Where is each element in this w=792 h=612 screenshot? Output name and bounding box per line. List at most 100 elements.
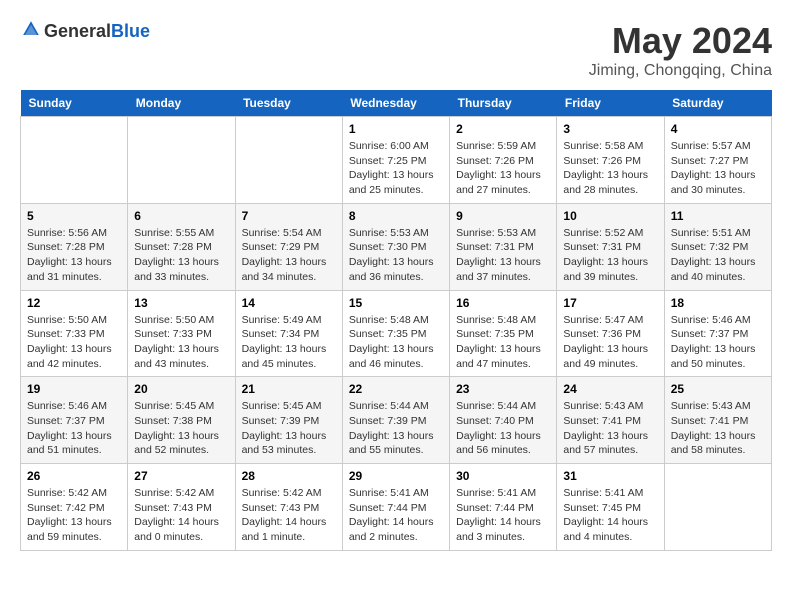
day-number: 3 [563,122,657,136]
calendar-cell: 30Sunrise: 5:41 AMSunset: 7:44 PMDayligh… [450,464,557,551]
weekday-header-wednesday: Wednesday [342,90,449,117]
calendar-cell: 10Sunrise: 5:52 AMSunset: 7:31 PMDayligh… [557,203,664,290]
calendar-cell: 23Sunrise: 5:44 AMSunset: 7:40 PMDayligh… [450,377,557,464]
day-info: Sunrise: 5:50 AMSunset: 7:33 PMDaylight:… [134,313,228,372]
calendar-cell: 21 Sunrise: 5:45 AMSunset: 7:39 PMDayligh… [235,377,342,464]
day-info: Sunrise: 5:56 AMSunset: 7:28 PMDaylight:… [27,226,121,285]
day-number: 18 [671,296,765,310]
day-number: 13 [134,296,228,310]
day-info: Sunrise: 5:42 AMSunset: 7:43 PMDaylight:… [242,486,336,545]
day-info: Sunrise: 5:53 AMSunset: 7:30 PMDaylight:… [349,226,443,285]
calendar-cell: 11Sunrise: 5:51 AMSunset: 7:32 PMDayligh… [664,203,771,290]
day-number: 21 [242,382,336,396]
day-info: Sunrise: 5:48 AMSunset: 7:35 PMDaylight:… [349,313,443,372]
logo-general-text: General [44,21,111,41]
calendar-cell: 31 Sunrise: 5:41 AMSunset: 7:45 PMDayligh… [557,464,664,551]
day-number: 14 [242,296,336,310]
weekday-header-saturday: Saturday [664,90,771,117]
page-header: GeneralBlue May 2024 Jiming, Chongqing, … [20,20,772,80]
weekday-header-row: SundayMondayTuesdayWednesdayThursdayFrid… [21,90,772,117]
logo-icon [22,20,40,38]
day-number: 4 [671,122,765,136]
day-number: 6 [134,209,228,223]
calendar-cell: 6 Sunrise: 5:55 AMSunset: 7:28 PMDaylight… [128,203,235,290]
calendar-cell [128,117,235,204]
calendar-cell: 7 Sunrise: 5:54 AMSunset: 7:29 PMDaylight… [235,203,342,290]
calendar-table: SundayMondayTuesdayWednesdayThursdayFrid… [20,90,772,551]
day-number: 20 [134,382,228,396]
day-info: Sunrise: 5:54 AMSunset: 7:29 PMDaylight:… [242,226,336,285]
calendar-week-5: 26 Sunrise: 5:42 AMSunset: 7:42 PMDayligh… [21,464,772,551]
logo: GeneralBlue [20,20,150,43]
calendar-cell: 13 Sunrise: 5:50 AMSunset: 7:33 PMDayligh… [128,290,235,377]
calendar-cell: 26 Sunrise: 5:42 AMSunset: 7:42 PMDayligh… [21,464,128,551]
calendar-cell [235,117,342,204]
day-info: Sunrise: 5:50 AMSunset: 7:33 PMDaylight:… [27,313,121,372]
calendar-cell: 29 Sunrise: 5:41 AMSunset: 7:44 PMDayligh… [342,464,449,551]
day-info: Sunrise: 5:45 AMSunset: 7:38 PMDaylight:… [134,399,228,458]
day-number: 8 [349,209,443,223]
calendar-cell [21,117,128,204]
day-info: Sunrise: 5:55 AMSunset: 7:28 PMDaylight:… [134,226,228,285]
calendar-cell: 17Sunrise: 5:47 AMSunset: 7:36 PMDayligh… [557,290,664,377]
day-number: 2 [456,122,550,136]
day-info: Sunrise: 5:43 AMSunset: 7:41 PMDaylight:… [563,399,657,458]
day-info: Sunrise: 5:44 AMSunset: 7:39 PMDaylight:… [349,399,443,458]
day-info: Sunrise: 5:58 AMSunset: 7:26 PMDaylight:… [563,139,657,198]
day-info: Sunrise: 5:41 AMSunset: 7:44 PMDaylight:… [349,486,443,545]
calendar-week-4: 19 Sunrise: 5:46 AMSunset: 7:37 PMDayligh… [21,377,772,464]
calendar-cell: 2 Sunrise: 5:59 AMSunset: 7:26 PMDaylight… [450,117,557,204]
day-number: 9 [456,209,550,223]
day-number: 31 [563,469,657,483]
day-number: 7 [242,209,336,223]
calendar-cell: 18Sunrise: 5:46 AMSunset: 7:37 PMDayligh… [664,290,771,377]
calendar-cell: 16 Sunrise: 5:48 AMSunset: 7:35 PMDayligh… [450,290,557,377]
weekday-header-sunday: Sunday [21,90,128,117]
day-info: Sunrise: 5:52 AMSunset: 7:31 PMDaylight:… [563,226,657,285]
location: Jiming, Chongqing, China [589,62,772,80]
calendar-week-3: 12Sunrise: 5:50 AMSunset: 7:33 PMDayligh… [21,290,772,377]
day-info: Sunrise: 5:42 AMSunset: 7:42 PMDaylight:… [27,486,121,545]
day-info: Sunrise: 5:49 AMSunset: 7:34 PMDaylight:… [242,313,336,372]
calendar-cell: 9 Sunrise: 5:53 AMSunset: 7:31 PMDaylight… [450,203,557,290]
calendar-cell: 27Sunrise: 5:42 AMSunset: 7:43 PMDayligh… [128,464,235,551]
day-number: 11 [671,209,765,223]
calendar-cell: 12Sunrise: 5:50 AMSunset: 7:33 PMDayligh… [21,290,128,377]
weekday-header-tuesday: Tuesday [235,90,342,117]
calendar-cell: 24 Sunrise: 5:43 AMSunset: 7:41 PMDayligh… [557,377,664,464]
day-info: Sunrise: 5:46 AMSunset: 7:37 PMDaylight:… [27,399,121,458]
weekday-header-monday: Monday [128,90,235,117]
day-info: Sunrise: 5:59 AMSunset: 7:26 PMDaylight:… [456,139,550,198]
day-number: 27 [134,469,228,483]
weekday-header-thursday: Thursday [450,90,557,117]
calendar-week-2: 5 Sunrise: 5:56 AMSunset: 7:28 PMDaylight… [21,203,772,290]
day-info: Sunrise: 5:45 AMSunset: 7:39 PMDaylight:… [242,399,336,458]
calendar-cell: 28Sunrise: 5:42 AMSunset: 7:43 PMDayligh… [235,464,342,551]
day-info: Sunrise: 5:41 AMSunset: 7:45 PMDaylight:… [563,486,657,545]
title-area: May 2024 Jiming, Chongqing, China [589,20,772,80]
calendar-cell: 19 Sunrise: 5:46 AMSunset: 7:37 PMDayligh… [21,377,128,464]
day-number: 5 [27,209,121,223]
day-number: 22 [349,382,443,396]
day-number: 19 [27,382,121,396]
calendar-cell: 8 Sunrise: 5:53 AMSunset: 7:30 PMDaylight… [342,203,449,290]
day-number: 29 [349,469,443,483]
day-info: Sunrise: 5:48 AMSunset: 7:35 PMDaylight:… [456,313,550,372]
calendar-cell: 25Sunrise: 5:43 AMSunset: 7:41 PMDayligh… [664,377,771,464]
calendar-cell: 20 Sunrise: 5:45 AMSunset: 7:38 PMDayligh… [128,377,235,464]
day-info: Sunrise: 5:53 AMSunset: 7:31 PMDaylight:… [456,226,550,285]
day-info: Sunrise: 5:57 AMSunset: 7:27 PMDaylight:… [671,139,765,198]
calendar-cell [664,464,771,551]
day-number: 17 [563,296,657,310]
month-title: May 2024 [589,20,772,62]
weekday-header-friday: Friday [557,90,664,117]
day-info: Sunrise: 5:44 AMSunset: 7:40 PMDaylight:… [456,399,550,458]
day-number: 26 [27,469,121,483]
day-number: 16 [456,296,550,310]
day-number: 25 [671,382,765,396]
day-number: 30 [456,469,550,483]
calendar-cell: 14 Sunrise: 5:49 AMSunset: 7:34 PMDayligh… [235,290,342,377]
day-number: 24 [563,382,657,396]
calendar-cell: 22 Sunrise: 5:44 AMSunset: 7:39 PMDayligh… [342,377,449,464]
calendar-cell: 3 Sunrise: 5:58 AMSunset: 7:26 PMDaylight… [557,117,664,204]
